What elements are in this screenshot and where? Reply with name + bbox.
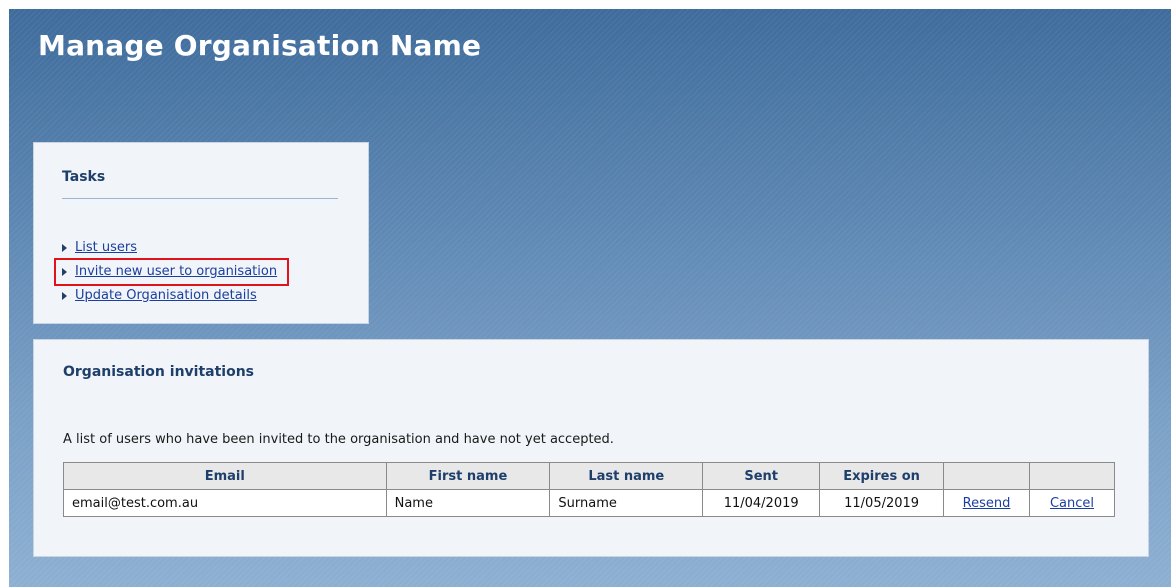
resend-link[interactable]: Resend <box>963 496 1011 511</box>
cell-cancel: Cancel <box>1029 489 1115 517</box>
cell-expires-on: 11/05/2019 <box>819 489 945 517</box>
column-header-expires-on: Expires on <box>819 462 945 490</box>
invitations-panel: Organisation invitations A list of users… <box>33 339 1149 557</box>
arrow-right-icon <box>62 244 67 252</box>
invitations-heading: Organisation invitations <box>63 364 255 380</box>
page-background: Manage Organisation Name Tasks List user… <box>9 9 1171 587</box>
update-organisation-details-link[interactable]: Update Organisation details <box>75 284 257 308</box>
cancel-link[interactable]: Cancel <box>1050 496 1094 511</box>
column-header-last-name: Last name <box>549 462 704 490</box>
cell-last-name: Surname <box>549 489 704 517</box>
task-item-invite-user: Invite new user to organisation <box>53 258 290 286</box>
invite-new-user-link[interactable]: Invite new user to organisation <box>75 260 277 284</box>
page-title: Manage Organisation Name <box>38 29 482 62</box>
tasks-heading: Tasks <box>62 169 106 185</box>
table-header-row: Email First name Last name Sent Expires … <box>63 462 1115 490</box>
arrow-right-icon <box>62 292 67 300</box>
table-row: email@test.com.au Name Surname 11/04/201… <box>63 489 1115 517</box>
list-users-link[interactable]: List users <box>75 236 137 260</box>
column-header-email: Email <box>63 462 387 490</box>
tasks-panel: Tasks List users Invite new user to orga… <box>33 142 369 324</box>
cell-resend: Resend <box>943 489 1031 517</box>
column-header-resend <box>943 462 1031 490</box>
task-list: List users Invite new user to organisati… <box>53 236 290 308</box>
cell-sent: 11/04/2019 <box>702 489 821 517</box>
arrow-right-icon <box>62 268 67 276</box>
cell-email: email@test.com.au <box>63 489 387 517</box>
tasks-divider <box>62 198 338 199</box>
column-header-first-name: First name <box>385 462 551 490</box>
invitations-table: Email First name Last name Sent Expires … <box>63 462 1115 517</box>
task-item-update-organisation: Update Organisation details <box>62 284 287 308</box>
invitations-description: A list of users who have been invited to… <box>63 432 614 447</box>
task-item-list-users: List users <box>62 236 287 260</box>
column-header-cancel <box>1029 462 1115 490</box>
cell-first-name: Name <box>385 489 551 517</box>
column-header-sent: Sent <box>702 462 821 490</box>
